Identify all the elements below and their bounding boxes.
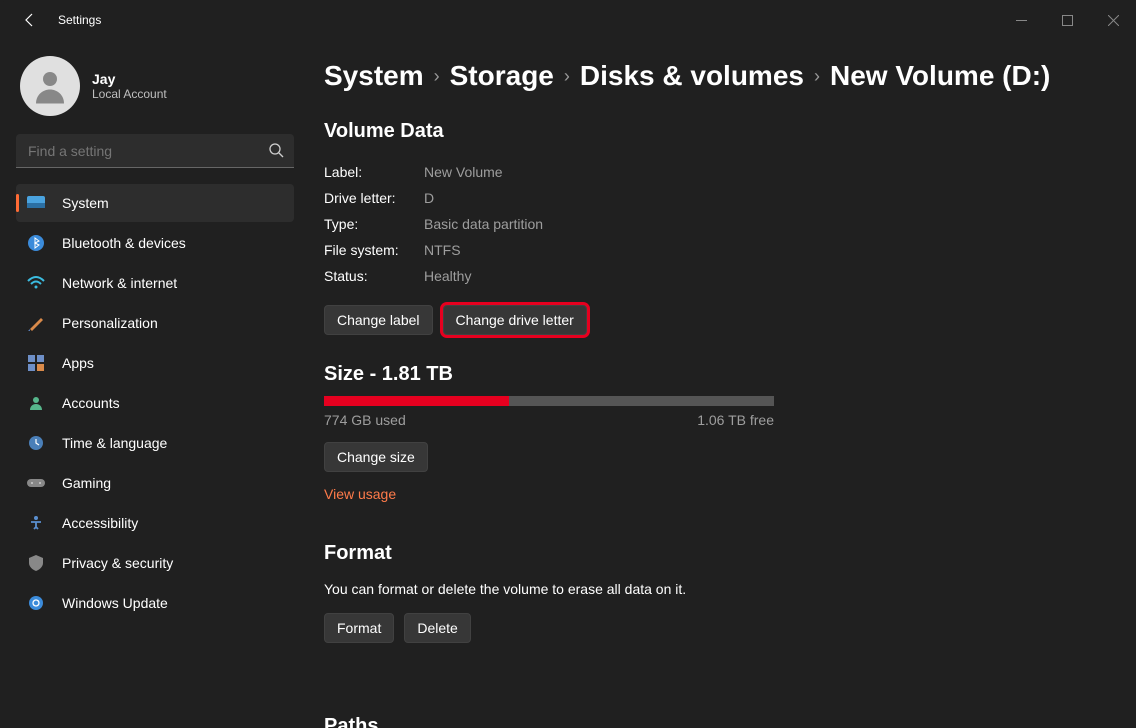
chevron-right-icon: › (814, 66, 820, 87)
sidebar-item-time-language[interactable]: Time & language (16, 424, 294, 462)
clock-icon (26, 433, 46, 453)
window-title: Settings (58, 13, 101, 27)
update-icon (26, 593, 46, 613)
sidebar-item-label: Bluetooth & devices (62, 235, 186, 251)
sidebar-item-label: Accounts (62, 395, 120, 411)
avatar (20, 56, 80, 116)
gamepad-icon (26, 473, 46, 493)
apps-icon (26, 353, 46, 373)
view-usage-link[interactable]: View usage (324, 486, 396, 502)
filesystem-key: File system: (324, 237, 424, 263)
change-label-button[interactable]: Change label (324, 305, 433, 335)
sidebar-item-accessibility[interactable]: Accessibility (16, 504, 294, 542)
delete-button[interactable]: Delete (404, 613, 470, 643)
volume-data-heading: Volume Data (324, 120, 1096, 143)
chevron-right-icon: › (434, 66, 440, 87)
breadcrumb-storage[interactable]: Storage (450, 60, 554, 92)
status-value: Healthy (424, 263, 471, 289)
breadcrumb-current: New Volume (D:) (830, 60, 1050, 92)
status-key: Status: (324, 263, 424, 289)
paths-heading: Paths (324, 715, 1096, 728)
format-description: You can format or delete the volume to e… (324, 581, 1096, 597)
size-heading: Size - 1.81 TB (324, 363, 1096, 386)
sidebar-item-accounts[interactable]: Accounts (16, 384, 294, 422)
close-button[interactable] (1090, 0, 1136, 40)
sidebar-item-label: System (62, 195, 109, 211)
sidebar-item-label: Gaming (62, 475, 111, 491)
change-size-button[interactable]: Change size (324, 442, 428, 472)
label-value: New Volume (424, 159, 503, 185)
type-value: Basic data partition (424, 211, 543, 237)
user-profile[interactable]: Jay Local Account (16, 46, 294, 134)
wifi-icon (26, 273, 46, 293)
sidebar-item-label: Time & language (62, 435, 167, 451)
free-label: 1.06 TB free (697, 412, 774, 428)
back-button[interactable] (16, 6, 44, 34)
maximize-button[interactable] (1044, 0, 1090, 40)
user-subtitle: Local Account (92, 87, 167, 101)
sidebar-item-label: Personalization (62, 315, 158, 331)
sidebar-item-bluetooth[interactable]: Bluetooth & devices (16, 224, 294, 262)
sidebar-item-privacy[interactable]: Privacy & security (16, 544, 294, 582)
storage-usage-bar (324, 396, 774, 406)
sidebar-item-windows-update[interactable]: Windows Update (16, 584, 294, 622)
used-label: 774 GB used (324, 412, 406, 428)
filesystem-value: NTFS (424, 237, 461, 263)
sidebar-item-personalization[interactable]: Personalization (16, 304, 294, 342)
sidebar-item-network[interactable]: Network & internet (16, 264, 294, 302)
change-drive-letter-button[interactable]: Change drive letter (443, 305, 587, 335)
person-icon (26, 393, 46, 413)
sidebar-item-apps[interactable]: Apps (16, 344, 294, 382)
sidebar-item-label: Windows Update (62, 595, 168, 611)
minimize-button[interactable] (998, 0, 1044, 40)
bluetooth-icon (26, 233, 46, 253)
sidebar-item-label: Accessibility (62, 515, 138, 531)
sidebar-item-label: Apps (62, 355, 94, 371)
chevron-right-icon: › (564, 66, 570, 87)
sidebar-item-label: Network & internet (62, 275, 177, 291)
format-heading: Format (324, 542, 1096, 565)
accessibility-icon (26, 513, 46, 533)
drive-letter-value: D (424, 185, 434, 211)
format-button[interactable]: Format (324, 613, 394, 643)
breadcrumb-disks[interactable]: Disks & volumes (580, 60, 804, 92)
paintbrush-icon (26, 313, 46, 333)
system-icon (26, 193, 46, 213)
sidebar-item-system[interactable]: System (16, 184, 294, 222)
sidebar-item-gaming[interactable]: Gaming (16, 464, 294, 502)
user-name: Jay (92, 71, 167, 87)
label-key: Label: (324, 159, 424, 185)
drive-letter-key: Drive letter: (324, 185, 424, 211)
sidebar-item-label: Privacy & security (62, 555, 173, 571)
shield-icon (26, 553, 46, 573)
breadcrumb: System › Storage › Disks & volumes › New… (324, 60, 1096, 92)
search-input[interactable] (16, 134, 294, 168)
search-icon (268, 142, 284, 163)
breadcrumb-system[interactable]: System (324, 60, 424, 92)
type-key: Type: (324, 211, 424, 237)
